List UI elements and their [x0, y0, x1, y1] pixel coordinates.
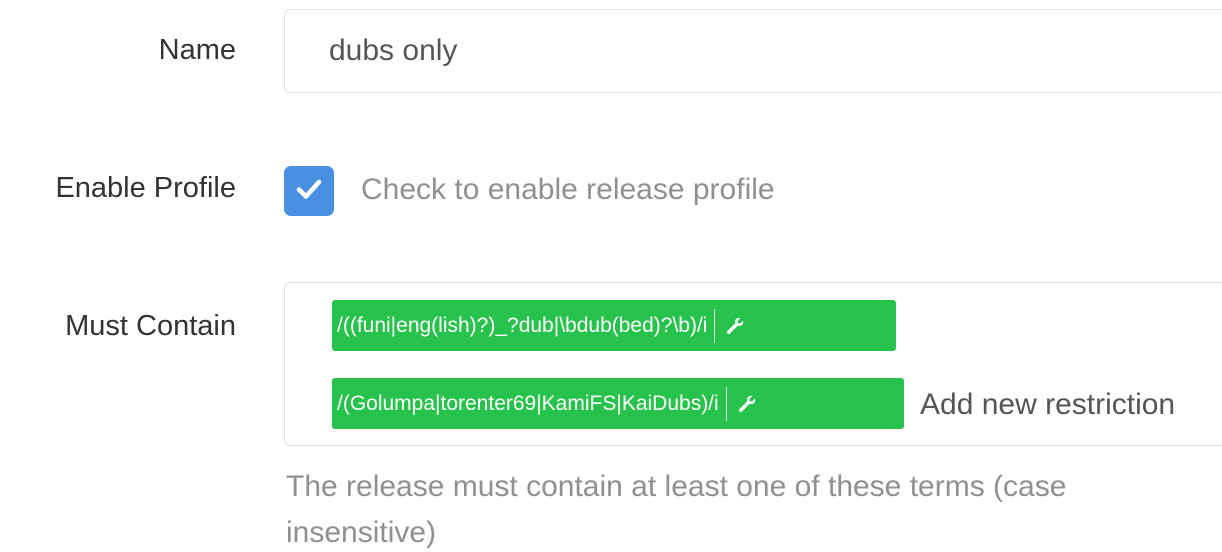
check-icon	[293, 173, 325, 210]
tag-text: /(Golumpa|torenter69|KamiFS|KaiDubs)/i	[337, 391, 719, 415]
name-label: Name	[158, 34, 236, 66]
enable-profile-label: Enable Profile	[55, 172, 236, 204]
must-contain-tag[interactable]: /(Golumpa|torenter69|KamiFS|KaiDubs)/i	[332, 378, 904, 429]
add-restriction-input[interactable]	[920, 383, 1190, 427]
wrench-icon[interactable]	[715, 300, 755, 351]
must-contain-label: Must Contain	[65, 310, 236, 342]
enable-profile-checkbox[interactable]	[284, 166, 334, 216]
release-profile-form: Name Enable Profile Check to enable rele…	[0, 0, 1222, 552]
wrench-icon[interactable]	[727, 378, 767, 429]
name-input[interactable]	[284, 9, 1222, 93]
tag-text: /((funi|eng(lish)?)_?dub|\bdub(bed)?\b)/…	[337, 313, 708, 337]
must-contain-help: The release must contain at least one of…	[286, 470, 1067, 549]
enable-profile-help: Check to enable release profile	[361, 173, 775, 206]
must-contain-tag[interactable]: /((funi|eng(lish)?)_?dub|\bdub(bed)?\b)/…	[332, 300, 896, 351]
